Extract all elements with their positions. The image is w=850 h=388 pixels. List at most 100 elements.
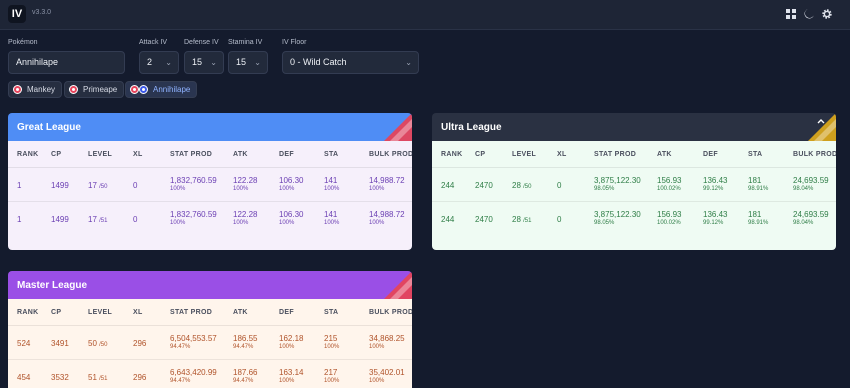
stat-prod-percent: 94.47% — [170, 344, 191, 350]
bulk-prod-value: 24,693.59 — [793, 176, 829, 185]
bulk-prod-value: 34,868.25 — [369, 334, 405, 343]
master-league-card: Master League RANK CP LEVEL XL STAT PROD ATK DE… — [8, 271, 412, 388]
column-header-sta[interactable]: STA — [748, 151, 762, 158]
cell-def: 106.30 100% — [279, 176, 303, 192]
sta-percent: 100% — [324, 344, 340, 350]
pokeball-icon — [13, 85, 22, 94]
pokemon-input[interactable]: Annihilape — [8, 51, 125, 74]
cell-bulk-prod: 35,402.01 100% — [369, 368, 405, 384]
column-header-stat-prod[interactable]: STAT PROD — [170, 151, 212, 158]
stamina-iv-label: Stamina IV — [228, 39, 263, 46]
def-percent: 100% — [279, 186, 295, 192]
cell-def: 162.18 100% — [279, 334, 303, 350]
table-row[interactable]: 244 2470 0 28 /51 3,875,122.30 98.05% 156.93 10… — [432, 202, 836, 236]
table-row[interactable]: 524 3491 296 50 /50 6,504,553.57 94.47% 186.55… — [8, 326, 412, 360]
evolution-name: Primeape — [83, 85, 118, 94]
column-header-xl[interactable]: XL — [133, 151, 143, 158]
cell-stat-prod: 6,643,420.99 94.47% — [170, 368, 217, 384]
column-header-rank[interactable]: RANK — [17, 151, 38, 158]
column-header-level[interactable]: LEVEL — [88, 309, 112, 316]
stat-prod-percent: 94.47% — [170, 378, 191, 384]
chevron-down-icon: ⌄ — [254, 58, 261, 67]
evolution-chip-primeape[interactable]: Primeape — [64, 81, 125, 98]
def-value: 136.43 — [703, 210, 728, 219]
iv-floor-select[interactable]: 0 - Wild Catch ⌄ — [282, 51, 419, 74]
cell-atk: 122.28 100% — [233, 176, 257, 192]
column-header-cp[interactable]: CP — [475, 151, 485, 158]
stat-prod-percent: 98.05% — [594, 186, 615, 192]
evolution-chip-mankey[interactable]: Mankey — [8, 81, 63, 98]
atk-value: 186.55 — [233, 334, 258, 343]
column-header-bulk-prod[interactable]: BULK PROD — [369, 151, 412, 158]
pokeball-icon — [130, 85, 139, 94]
shadow-pokeball-icon — [139, 85, 148, 94]
stat-prod-value: 6,504,553.57 — [170, 334, 217, 343]
cell-xl: 0 — [557, 215, 562, 224]
evolution-chip-annihilape[interactable]: Annihilape — [125, 81, 198, 98]
column-header-rank[interactable]: RANK — [441, 151, 462, 158]
column-header-sta[interactable]: STA — [324, 309, 338, 316]
table-row[interactable]: 1 1499 0 17 /50 1,832,760.59 100% 122.28 100% 10… — [8, 168, 412, 202]
stamina-iv-select[interactable]: 15 ⌄ — [228, 51, 268, 74]
cell-rank: 1 — [17, 181, 22, 190]
cell-atk: 156.93 100.02% — [657, 210, 681, 226]
chevron-down-icon: ⌄ — [165, 58, 172, 67]
cell-sta: 215 100% — [324, 334, 339, 350]
column-header-level[interactable]: LEVEL — [512, 151, 536, 158]
stat-prod-value: 6,643,420.99 — [170, 368, 217, 377]
stat-prod-percent: 98.05% — [594, 220, 615, 226]
column-header-bulk-prod[interactable]: BULK PROD — [369, 309, 412, 316]
column-header-xl[interactable]: XL — [557, 151, 567, 158]
attack-iv-select[interactable]: 2 ⌄ — [139, 51, 179, 74]
attack-iv-label: Attack IV — [139, 39, 168, 46]
table-header: RANK CP LEVEL XL STAT PROD ATK DEF STA BULK PROD — [8, 141, 412, 168]
def-value: 106.30 — [279, 176, 304, 185]
column-header-def[interactable]: DEF — [279, 151, 294, 158]
column-header-cp[interactable]: CP — [51, 151, 61, 158]
atk-value: 156.93 — [657, 176, 682, 185]
cell-def: 136.43 99.12% — [703, 210, 727, 226]
cell-bulk-prod: 34,868.25 100% — [369, 334, 405, 350]
column-header-cp[interactable]: CP — [51, 309, 61, 316]
column-header-xl[interactable]: XL — [133, 309, 143, 316]
grid-icon[interactable] — [785, 8, 797, 20]
def-value: 136.43 — [703, 176, 728, 185]
table-row[interactable]: 454 3532 296 51 /51 6,643,420.99 94.47% 187.66… — [8, 360, 412, 388]
level-max: /51 — [99, 376, 108, 382]
column-header-atk[interactable]: ATK — [233, 151, 248, 158]
league-table: RANK CP LEVEL XL STAT PROD ATK DEF STA BULK PROD… — [432, 141, 836, 250]
cell-bulk-prod: 14,988.72 100% — [369, 176, 405, 192]
iv-floor-label: IV Floor — [282, 39, 307, 46]
table-row[interactable]: 244 2470 0 28 /50 3,875,122.30 98.05% 156.93 10… — [432, 168, 836, 202]
column-header-atk[interactable]: ATK — [657, 151, 672, 158]
column-header-atk[interactable]: ATK — [233, 309, 248, 316]
column-header-sta[interactable]: STA — [324, 151, 338, 158]
stat-prod-percent: 100% — [170, 220, 186, 226]
defense-iv-select[interactable]: 15 ⌄ — [184, 51, 224, 74]
app-logo[interactable]: IV — [8, 5, 26, 23]
column-header-stat-prod[interactable]: STAT PROD — [170, 309, 212, 316]
column-header-rank[interactable]: RANK — [17, 309, 38, 316]
level-value: 51 — [88, 373, 100, 382]
league-corner-icon — [808, 113, 836, 141]
gear-icon[interactable] — [821, 8, 833, 20]
column-header-def[interactable]: DEF — [703, 151, 718, 158]
defense-iv-value: 15 — [192, 57, 203, 67]
great-league-card: Great League RANK CP LEVEL XL STAT PROD ATK DEF… — [8, 113, 412, 250]
def-percent: 99.12% — [703, 186, 724, 192]
cell-bulk-prod: 14,988.72 100% — [369, 210, 405, 226]
column-header-def[interactable]: DEF — [279, 309, 294, 316]
column-header-bulk-prod[interactable]: BULK PROD — [793, 151, 836, 158]
cell-xl: 0 — [133, 215, 138, 224]
cell-bulk-prod: 24,693.59 98.04% — [793, 210, 829, 226]
column-header-stat-prod[interactable]: STAT PROD — [594, 151, 636, 158]
evolution-name: Mankey — [27, 85, 56, 94]
cell-sta: 217 100% — [324, 368, 339, 384]
level-value: 50 — [88, 339, 100, 348]
moon-icon[interactable] — [803, 8, 815, 20]
atk-percent: 100.02% — [657, 220, 681, 226]
column-header-level[interactable]: LEVEL — [88, 151, 112, 158]
table-row[interactable]: 1 1499 0 17 /51 1,832,760.59 100% 122.28 100% 10… — [8, 202, 412, 236]
cell-cp: 1499 — [51, 181, 69, 190]
atk-percent: 100% — [233, 220, 249, 226]
